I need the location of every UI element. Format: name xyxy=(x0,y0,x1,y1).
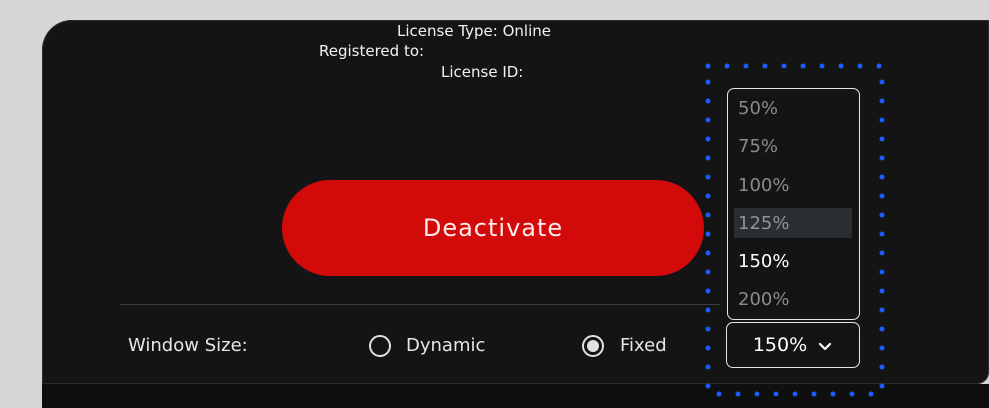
radio-fixed-label[interactable]: Fixed xyxy=(620,335,667,356)
radio-dynamic[interactable] xyxy=(369,335,391,357)
radio-dynamic-label[interactable]: Dynamic xyxy=(406,335,485,356)
license-id: License ID: xyxy=(441,63,524,81)
registered-to: Registered to: xyxy=(319,42,425,60)
divider xyxy=(120,304,720,305)
radio-fixed[interactable] xyxy=(582,335,604,357)
window-size-label: Window Size: xyxy=(128,335,248,356)
deactivate-button[interactable]: Deactivate xyxy=(282,180,704,276)
license-type: License Type: Online xyxy=(397,22,551,40)
focus-ring xyxy=(705,63,885,397)
